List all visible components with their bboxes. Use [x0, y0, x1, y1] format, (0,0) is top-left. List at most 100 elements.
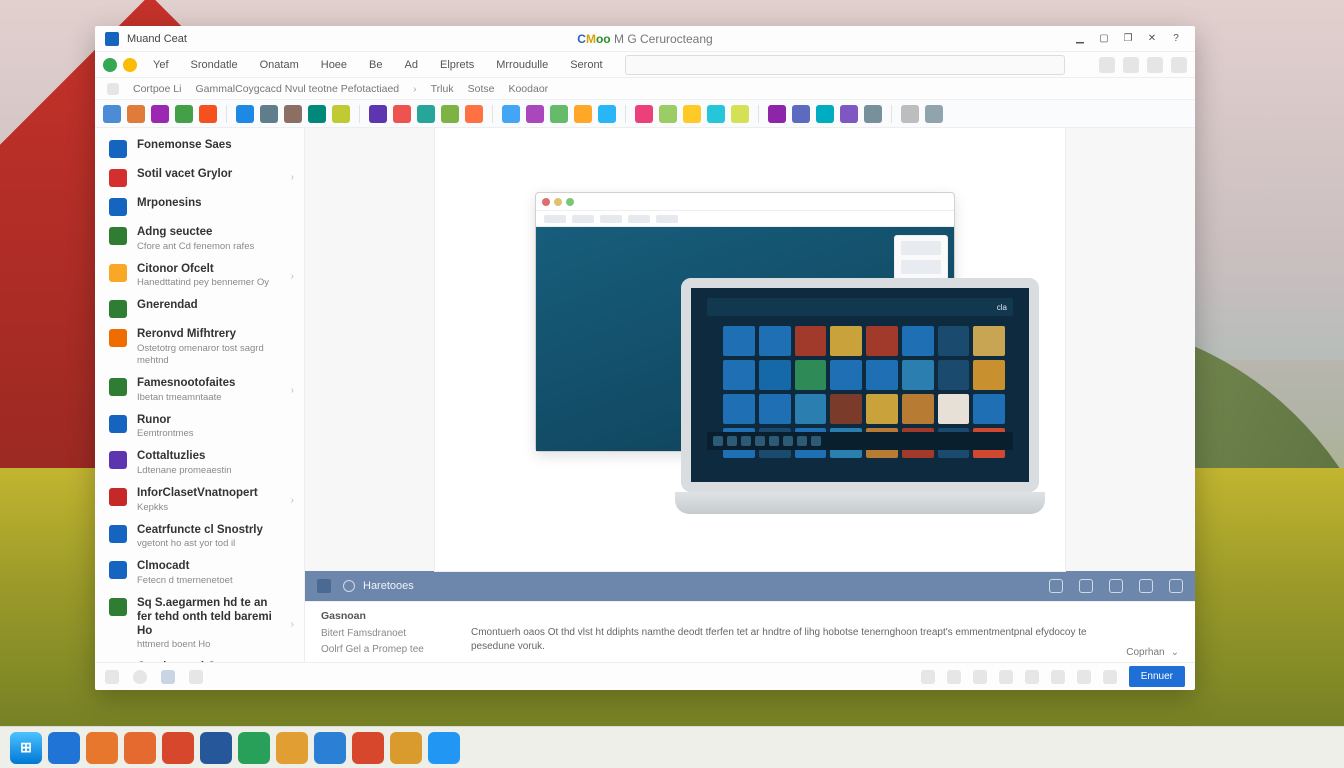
ribbon-tool-icon[interactable] — [925, 105, 943, 123]
attach-icon[interactable] — [1051, 670, 1065, 684]
menu-item[interactable]: Hoee — [311, 56, 357, 74]
layout-icon[interactable] — [1099, 57, 1115, 73]
sidebar-item[interactable]: Gnerendad — [95, 294, 304, 323]
ribbon-tool-icon[interactable] — [707, 105, 725, 123]
sidebar-item[interactable]: Mrponesins — [95, 192, 304, 221]
chat-search[interactable]: Haretooes — [343, 580, 414, 592]
taskbar-app-icon[interactable] — [162, 732, 194, 764]
caption-chevron-icon[interactable]: ⌄ — [1171, 647, 1179, 658]
taskbar-app-icon[interactable] — [238, 732, 270, 764]
taskbar-app-icon[interactable] — [352, 732, 384, 764]
search-input[interactable] — [625, 55, 1065, 75]
window-restore-icon[interactable]: ❐ — [1119, 30, 1137, 48]
ribbon-tool-icon[interactable] — [731, 105, 749, 123]
taskbar-app-icon[interactable] — [390, 732, 422, 764]
ribbon-tool-icon[interactable] — [901, 105, 919, 123]
taskbar-app-icon[interactable] — [86, 732, 118, 764]
sidebar-item[interactable]: FamesnootofaitesIbetan tmeamntaate› — [95, 372, 304, 409]
sidebar-item[interactable]: Sq S.aegarmen hd te an fer tehd onth tel… — [95, 592, 304, 656]
ribbon-tool-icon[interactable] — [332, 105, 350, 123]
call-icon[interactable] — [1079, 579, 1093, 593]
window-help-icon[interactable]: ? — [1167, 30, 1185, 48]
crumb[interactable]: Trluk — [431, 83, 454, 95]
sidebar-item[interactable]: Fonemonse Saes — [95, 134, 304, 163]
ribbon-tool-icon[interactable] — [683, 105, 701, 123]
ribbon-tool-icon[interactable] — [236, 105, 254, 123]
crumb[interactable]: Koodaor — [508, 83, 548, 95]
status-search-icon[interactable] — [133, 670, 147, 684]
ribbon-tool-icon[interactable] — [175, 105, 193, 123]
ribbon-tool-icon[interactable] — [635, 105, 653, 123]
settings-icon[interactable] — [1171, 57, 1187, 73]
menu-item[interactable]: Mrroudulle — [486, 56, 558, 74]
person-icon[interactable] — [999, 670, 1013, 684]
menu-item[interactable]: Be — [359, 56, 392, 74]
ribbon-tool-icon[interactable] — [840, 105, 858, 123]
layout-icon[interactable] — [1103, 670, 1117, 684]
taskbar-app-icon[interactable] — [200, 732, 232, 764]
ribbon-tool-icon[interactable] — [260, 105, 278, 123]
crumb[interactable]: Cortpoe Li — [133, 83, 181, 95]
window-min-icon[interactable]: ▁ — [1071, 30, 1089, 48]
share-icon[interactable] — [973, 670, 987, 684]
window-close-icon[interactable]: ✕ — [1143, 30, 1161, 48]
ribbon-tool-icon[interactable] — [864, 105, 882, 123]
ribbon-tool-icon[interactable] — [659, 105, 677, 123]
grid-icon[interactable] — [1123, 57, 1139, 73]
ribbon-tool-icon[interactable] — [441, 105, 459, 123]
taskbar-app-icon[interactable] — [276, 732, 308, 764]
ribbon-tool-icon[interactable] — [502, 105, 520, 123]
tag-icon[interactable] — [1077, 670, 1091, 684]
crumb[interactable]: GammalCoygcacd Nvul teotne Pefotactiaed — [195, 83, 399, 95]
menu-item[interactable]: Srondatle — [181, 56, 248, 74]
ribbon-tool-icon[interactable] — [598, 105, 616, 123]
share-icon[interactable] — [1049, 579, 1063, 593]
menu-item[interactable]: Yef — [143, 56, 179, 74]
ribbon-tool-icon[interactable] — [768, 105, 786, 123]
edit-icon[interactable] — [1025, 670, 1039, 684]
bookmark-icon[interactable] — [1109, 579, 1123, 593]
ribbon-tool-icon[interactable] — [816, 105, 834, 123]
ribbon-tool-icon[interactable] — [103, 105, 121, 123]
ribbon-tool-icon[interactable] — [526, 105, 544, 123]
sidebar-item[interactable]: Sotil vacet Grylor› — [95, 163, 304, 192]
ribbon-tool-icon[interactable] — [369, 105, 387, 123]
ribbon-tool-icon[interactable] — [308, 105, 326, 123]
menu-item[interactable]: Ad — [395, 56, 428, 74]
status-icon[interactable] — [189, 670, 203, 684]
menu-item[interactable]: Elprets — [430, 56, 484, 74]
taskbar-app-icon[interactable] — [428, 732, 460, 764]
ribbon-tool-icon[interactable] — [127, 105, 145, 123]
menu-item[interactable]: Seront — [560, 56, 612, 74]
upload-icon[interactable] — [1139, 579, 1153, 593]
panel-icon[interactable] — [1147, 57, 1163, 73]
status-icon[interactable] — [161, 670, 175, 684]
ribbon-tool-icon[interactable] — [550, 105, 568, 123]
sidebar-item[interactable]: Reronvd MifhtreryOstetotrg omenaror tost… — [95, 323, 304, 372]
grid-icon[interactable] — [947, 670, 961, 684]
status-icon[interactable] — [105, 670, 119, 684]
sidebar-item[interactable]: Ceatrfuncte cl Snostrlyvgetont ho ast yo… — [95, 519, 304, 556]
window-max-icon[interactable]: ▢ — [1095, 30, 1113, 48]
start-button[interactable]: ⊞ — [10, 732, 42, 764]
sidebar-item[interactable]: Adng seucteeCfore ant Cd fenemon rafes — [95, 221, 304, 258]
menu-item[interactable]: Onatam — [250, 56, 309, 74]
sidebar-item[interactable]: Citonor OfceltHanedttatind pey bennemer … — [95, 258, 304, 295]
ribbon-tool-icon[interactable] — [465, 105, 483, 123]
taskbar-app-icon[interactable] — [314, 732, 346, 764]
sidebar-item[interactable]: RunorEemtrontmes — [95, 409, 304, 446]
ribbon-tool-icon[interactable] — [417, 105, 435, 123]
ribbon-tool-icon[interactable] — [393, 105, 411, 123]
ribbon-tool-icon[interactable] — [151, 105, 169, 123]
people-icon[interactable] — [921, 670, 935, 684]
primary-action-button[interactable]: Ennuer — [1129, 666, 1185, 687]
crumb[interactable]: Sotse — [468, 83, 495, 95]
ribbon-tool-icon[interactable] — [284, 105, 302, 123]
ribbon-tool-icon[interactable] — [199, 105, 217, 123]
sidebar-item[interactable]: ClmocadtFetecn d tmernenetoet — [95, 555, 304, 592]
ribbon-tool-icon[interactable] — [792, 105, 810, 123]
sidebar-item[interactable]: CottaltuzliesLdtenane promeaestin — [95, 445, 304, 482]
history-icon[interactable] — [1169, 579, 1183, 593]
sidebar-item[interactable]: InforClasetVnatnopertKepkks› — [95, 482, 304, 519]
ribbon-tool-icon[interactable] — [574, 105, 592, 123]
